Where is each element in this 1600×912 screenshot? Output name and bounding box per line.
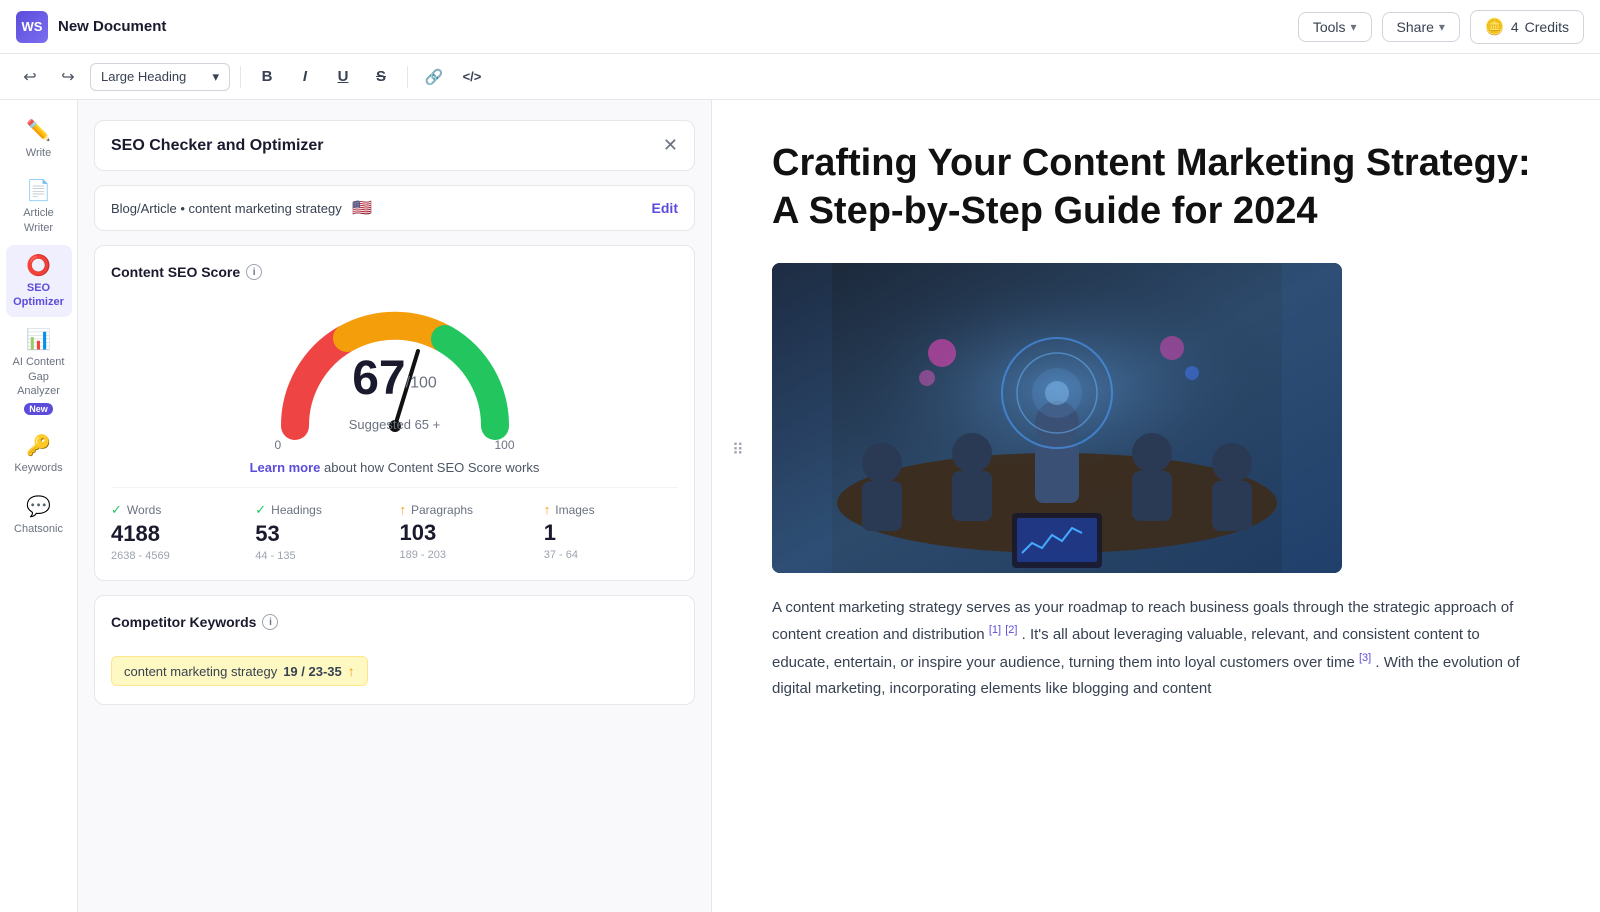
stat-images: ↑ Images 1 37 - 64 bbox=[544, 502, 678, 562]
sidebar-item-keywords[interactable]: 🔑 Keywords bbox=[6, 425, 72, 483]
redo-button[interactable]: ↪ bbox=[52, 61, 84, 93]
sidebar-label-keywords: Keywords bbox=[14, 461, 62, 475]
sidebar-label-article-writer: Article Writer bbox=[12, 206, 66, 235]
gauge-score-display: 67/100 bbox=[265, 351, 525, 406]
panel-title: SEO Checker and Optimizer bbox=[111, 137, 324, 155]
write-icon: ✏️ bbox=[26, 118, 51, 143]
headings-range: 44 - 135 bbox=[255, 550, 389, 562]
gauge-suggested: Suggested 65 + bbox=[265, 416, 525, 434]
panel-meta-bar: Blog/Article • content marketing strateg… bbox=[94, 185, 695, 231]
panel-close-button[interactable]: ✕ bbox=[663, 135, 678, 156]
learn-more-link[interactable]: Learn more bbox=[250, 460, 321, 475]
toolbar-divider2 bbox=[407, 66, 408, 88]
stat-headings: ✓ Headings 53 44 - 135 bbox=[255, 502, 389, 562]
citation-2: [2] bbox=[1005, 624, 1017, 636]
images-range: 37 - 64 bbox=[544, 549, 678, 561]
seo-score-info-icon[interactable]: i bbox=[246, 264, 262, 280]
code-button[interactable]: </> bbox=[456, 61, 488, 93]
doc-image-svg bbox=[772, 263, 1342, 573]
keyword-chip: content marketing strategy 19 / 23-35 ↑ bbox=[111, 656, 368, 686]
toolbar: ↩ ↪ Large Heading ▾ B I U S 🔗 </> bbox=[0, 54, 1600, 100]
style-select-label: Large Heading bbox=[101, 69, 186, 84]
article-writer-icon: 📄 bbox=[26, 178, 51, 203]
italic-button[interactable]: I bbox=[289, 61, 321, 93]
toolbar-divider bbox=[240, 66, 241, 88]
doc-title: Crafting Your Content Marketing Strategy… bbox=[772, 140, 1540, 235]
stat-words: ✓ Words 4188 2638 - 4569 bbox=[111, 502, 245, 562]
gauge-wrapper: 67/100 Suggested 65 + 0 100 Learn more a… bbox=[111, 296, 678, 475]
credits-button[interactable]: 🪙 4 Credits bbox=[1470, 10, 1584, 44]
editor-area[interactable]: ⠿ Crafting Your Content Marketing Strate… bbox=[712, 100, 1600, 912]
seo-panel: SEO Checker and Optimizer ✕ Blog/Article… bbox=[78, 100, 712, 912]
citation-3: [3] bbox=[1359, 652, 1371, 664]
chatsonic-icon: 💬 bbox=[26, 494, 51, 519]
seo-score-card: Content SEO Score i bbox=[94, 245, 695, 581]
words-range: 2638 - 4569 bbox=[111, 550, 245, 562]
stats-row: ✓ Words 4188 2638 - 4569 ✓ Headings 53 4… bbox=[111, 487, 678, 562]
citation-1: [1] bbox=[989, 624, 1001, 636]
sidebar-item-seo-optimizer[interactable]: ⭕ SEO Optimizer bbox=[6, 245, 72, 318]
words-value: 4188 bbox=[111, 521, 245, 547]
images-up-icon: ↑ bbox=[544, 502, 551, 517]
gauge-outof: /100 bbox=[406, 375, 437, 392]
sidebar-label-chatsonic: Chatsonic bbox=[14, 522, 63, 536]
sidebar-item-ai-content[interactable]: 📊 AI Content Gap Analyzer New bbox=[6, 319, 72, 423]
gauge-learn-more: Learn more about how Content SEO Score w… bbox=[250, 460, 540, 475]
paragraphs-range: 189 - 203 bbox=[400, 549, 534, 561]
topbar-left: WS New Document bbox=[16, 11, 166, 43]
seo-optimizer-icon: ⭕ bbox=[26, 253, 51, 278]
share-button[interactable]: Share ▾ bbox=[1382, 12, 1460, 42]
meta-edit-link[interactable]: Edit bbox=[652, 200, 678, 216]
paragraphs-up-icon: ↑ bbox=[400, 502, 407, 517]
stat-paragraphs: ↑ Paragraphs 103 189 - 203 bbox=[400, 502, 534, 562]
headings-value: 53 bbox=[255, 521, 389, 547]
undo-button[interactable]: ↩ bbox=[14, 61, 46, 93]
underline-button[interactable]: U bbox=[327, 61, 359, 93]
ai-content-icon: 📊 bbox=[26, 327, 51, 352]
doc-image bbox=[772, 263, 1342, 573]
meta-text: Blog/Article • content marketing strateg… bbox=[111, 201, 342, 216]
keywords-icon: 🔑 bbox=[26, 433, 51, 458]
topbar-right: Tools ▾ Share ▾ 🪙 4 Credits bbox=[1298, 10, 1584, 44]
sidebar-label-ai-content: AI Content Gap Analyzer bbox=[12, 355, 66, 398]
style-chevron-icon: ▾ bbox=[212, 69, 219, 85]
main-layout: ✏️ Write 📄 Article Writer ⭕ SEO Optimize… bbox=[0, 100, 1600, 912]
topbar: WS New Document Tools ▾ Share ▾ 🪙 4 Cred… bbox=[0, 0, 1600, 54]
app-title: New Document bbox=[58, 18, 166, 35]
competitor-keywords-info-icon[interactable]: i bbox=[262, 614, 278, 630]
competitor-keywords-title: Competitor Keywords i bbox=[111, 614, 678, 630]
link-button[interactable]: 🔗 bbox=[418, 61, 450, 93]
meta-info: Blog/Article • content marketing strateg… bbox=[111, 198, 372, 218]
panel-header: SEO Checker and Optimizer ✕ bbox=[94, 120, 695, 171]
sidebar-label-seo-optimizer: SEO Optimizer bbox=[12, 281, 66, 310]
headings-check-icon: ✓ bbox=[255, 502, 266, 518]
coin-icon: 🪙 bbox=[1485, 17, 1505, 37]
sidebar-item-chatsonic[interactable]: 💬 Chatsonic bbox=[6, 486, 72, 544]
strikethrough-button[interactable]: S bbox=[365, 61, 397, 93]
sidebar-item-write[interactable]: ✏️ Write bbox=[6, 110, 72, 168]
new-badge: New bbox=[24, 403, 53, 415]
sidebar: ✏️ Write 📄 Article Writer ⭕ SEO Optimize… bbox=[0, 100, 78, 912]
images-value: 1 bbox=[544, 520, 678, 546]
meta-flag: 🇺🇸 bbox=[352, 200, 372, 217]
sidebar-label-write: Write bbox=[26, 146, 51, 160]
tools-chevron-icon: ▾ bbox=[1351, 20, 1357, 34]
share-chevron-icon: ▾ bbox=[1439, 20, 1445, 34]
paragraphs-value: 103 bbox=[400, 520, 534, 546]
style-select[interactable]: Large Heading ▾ bbox=[90, 63, 230, 91]
doc-image-placeholder bbox=[772, 263, 1342, 573]
doc-body-text: A content marketing strategy serves as y… bbox=[772, 595, 1540, 702]
tools-button[interactable]: Tools ▾ bbox=[1298, 12, 1372, 42]
seo-score-title: Content SEO Score i bbox=[111, 264, 678, 280]
competitor-keywords-card: Competitor Keywords i content marketing … bbox=[94, 595, 695, 705]
words-check-icon: ✓ bbox=[111, 502, 122, 518]
sidebar-item-article-writer[interactable]: 📄 Article Writer bbox=[6, 170, 72, 243]
app-logo: WS bbox=[16, 11, 48, 43]
drag-handle-icon[interactable]: ⠿ bbox=[732, 440, 744, 460]
keyword-arrow-icon: ↑ bbox=[348, 663, 355, 679]
gauge-container: 67/100 Suggested 65 + bbox=[265, 296, 525, 446]
bold-button[interactable]: B bbox=[251, 61, 283, 93]
